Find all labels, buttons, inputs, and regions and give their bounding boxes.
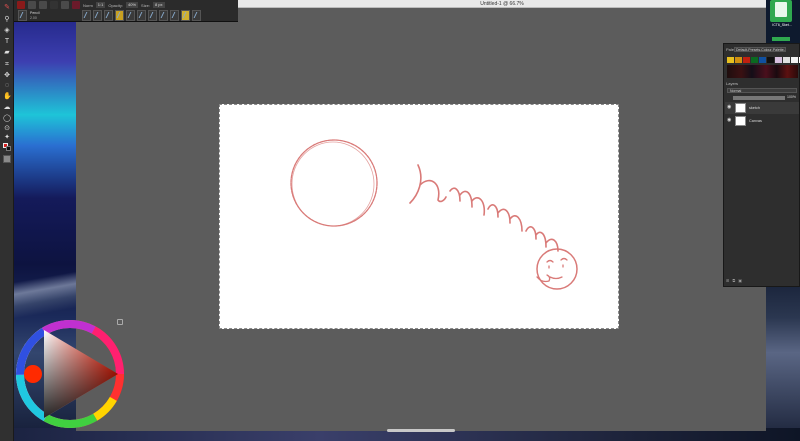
- brush-preset-7-icon[interactable]: [148, 10, 157, 21]
- layer-blend-mode[interactable]: Normal: [727, 88, 797, 93]
- duplicate-layer-icon[interactable]: ⧉: [732, 278, 735, 283]
- palette-swatch[interactable]: [767, 57, 774, 63]
- brush-preset-4-icon[interactable]: [115, 10, 124, 21]
- brush-preset-1-icon[interactable]: [82, 10, 91, 21]
- eye-icon[interactable]: ◉: [727, 118, 732, 123]
- brush-preset-10-icon[interactable]: [181, 10, 190, 21]
- desktop-icon-label: ICT6_Sket...: [772, 23, 792, 27]
- palette-swatch[interactable]: [735, 57, 742, 63]
- palette-dark-swatches[interactable]: [727, 65, 798, 78]
- brush-preset-9-icon[interactable]: [170, 10, 179, 21]
- add-layer-icon[interactable]: ⊞: [726, 278, 729, 283]
- brush-size: 2.00: [30, 16, 37, 20]
- palette-swatch[interactable]: [743, 57, 750, 63]
- magic-wand-tool-icon[interactable]: ✦: [3, 134, 11, 141]
- window-title: Untitled-1 @ 66.7%: [480, 1, 524, 7]
- palette-swatches: [727, 57, 800, 63]
- palette-swatch[interactable]: [775, 57, 782, 63]
- brush-preset-11-icon[interactable]: [192, 10, 201, 21]
- eye-icon[interactable]: ◉: [727, 105, 732, 110]
- palette-swatch[interactable]: [791, 57, 798, 63]
- zoom-tool-icon[interactable]: ⊙: [3, 125, 11, 132]
- eyedropper-tool-icon[interactable]: ⚲: [3, 16, 11, 23]
- layer-opacity-value: 100%: [787, 95, 796, 99]
- desktop-file-icon-2[interactable]: [772, 37, 790, 41]
- palette-swatch[interactable]: [759, 57, 766, 63]
- brush-tool-icon[interactable]: ✎: [3, 4, 11, 11]
- layer-row[interactable]: ◉ sketch: [725, 102, 799, 114]
- brush-preset-6-icon[interactable]: [137, 10, 146, 21]
- mirror-icon[interactable]: [61, 1, 69, 9]
- selection-tool-icon[interactable]: ◌: [3, 82, 11, 89]
- layer-row[interactable]: ◉ Canvas: [725, 115, 799, 127]
- drawing-canvas[interactable]: [219, 104, 619, 329]
- smudge-tool-icon[interactable]: ☁: [3, 104, 11, 111]
- layers-title: Layers: [726, 81, 739, 86]
- horizontal-scrollbar[interactable]: [387, 429, 455, 432]
- brush-preset-3-icon[interactable]: [104, 10, 113, 21]
- brush-presets-row: [82, 9, 202, 22]
- palette-title: Pale: [726, 47, 735, 52]
- title-bar[interactable]: Untitled-1 @ 66.7%: [238, 0, 766, 8]
- palette-swatch[interactable]: [751, 57, 758, 63]
- brush-preset-icon[interactable]: [17, 1, 25, 9]
- lock-icon[interactable]: ▣: [738, 278, 742, 283]
- brush-preset-5-icon[interactable]: [126, 10, 135, 21]
- layer-actions: ⊞ ⧉ ▣: [726, 278, 742, 283]
- brush-thumbnail-icon: [18, 10, 27, 21]
- undo-icon[interactable]: [39, 1, 47, 9]
- redo-icon[interactable]: [50, 1, 58, 9]
- face-stroke: [536, 248, 578, 290]
- text-tool-icon[interactable]: T: [3, 38, 11, 45]
- layer-name: sketch: [749, 106, 760, 110]
- move-tool-icon[interactable]: ✋: [3, 93, 12, 100]
- brush-preset-2-icon[interactable]: [93, 10, 102, 21]
- layer-opacity-slider[interactable]: [733, 96, 785, 100]
- canvas-strokes: [290, 139, 578, 290]
- brush-name: Pencil: [30, 11, 40, 15]
- crop-tool-icon[interactable]: ⌗: [3, 61, 11, 68]
- advanced-color-selector[interactable]: [14, 318, 126, 430]
- opacity-value[interactable]: 40%: [126, 2, 139, 8]
- eraser-tool-icon[interactable]: ▰: [3, 49, 11, 56]
- layer-name: Canvas: [749, 119, 762, 123]
- fill-tool-icon[interactable]: ◈: [3, 27, 11, 34]
- background-color-swatch[interactable]: [6, 146, 11, 151]
- toolbox: ✎ ⚲ ◈ T ▰ ⌗ ✥ ◌ ✋ ☁ ◯ ⊙ ✦: [0, 0, 14, 441]
- brush-preset-8-icon[interactable]: [159, 10, 168, 21]
- blend-label: Norm: [83, 2, 93, 8]
- face-features: [536, 257, 568, 283]
- layer-thumbnail: [735, 103, 746, 113]
- save-icon[interactable]: [28, 1, 36, 9]
- color-icon[interactable]: [72, 1, 80, 9]
- palette-swatch[interactable]: [783, 57, 790, 63]
- palette-selector[interactable]: Default-Presets-Colour-Palette-Set: [734, 47, 786, 52]
- opacity-label: Opacity:: [108, 2, 124, 8]
- size-label: Size:: [141, 2, 150, 8]
- palette-layers-docker: Pale Default-Presets-Colour-Palette-Set …: [723, 43, 800, 287]
- hmmm-stroke: [409, 164, 559, 252]
- selected-color-marker: [24, 365, 42, 383]
- brush-toolbar: Norm 1:1 Opacity: 40% Size: 8 px Pencil …: [14, 0, 238, 22]
- current-brush[interactable]: Pencil 2.00: [18, 10, 78, 21]
- layer-thumbnail: [735, 116, 746, 126]
- size-value[interactable]: 8 px: [152, 2, 165, 8]
- blend-value[interactable]: 1:1: [95, 2, 106, 8]
- transform-tool-icon[interactable]: ✥: [3, 72, 11, 79]
- palette-swatch[interactable]: [727, 57, 734, 63]
- lasso-tool-icon[interactable]: ◯: [3, 115, 11, 122]
- gray-color-swatch[interactable]: [3, 155, 11, 163]
- desktop-file-icon[interactable]: [770, 0, 792, 22]
